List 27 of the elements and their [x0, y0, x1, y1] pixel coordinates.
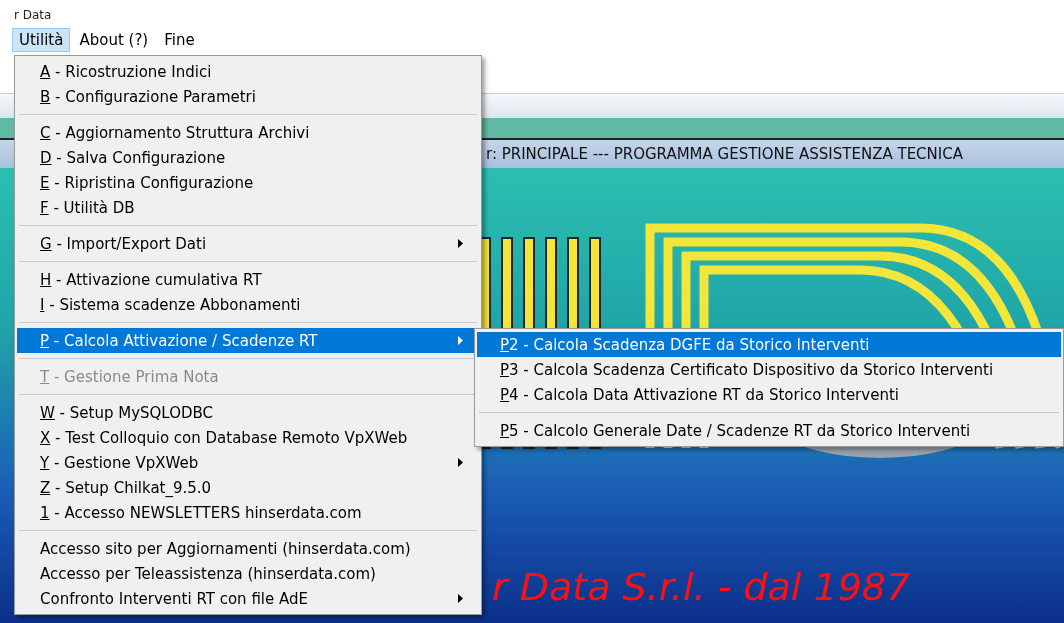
menu-item[interactable]: 1 - Accesso NEWSLETTERS hinserdata.com [17, 500, 479, 525]
menu-bar-item[interactable]: Fine [157, 28, 202, 52]
menu-item[interactable]: F - Utilità DB [17, 195, 479, 220]
menu-item[interactable]: H - Attivazione cumulativa RT [17, 267, 479, 292]
menu-bar-item[interactable]: About (?) [72, 28, 156, 52]
menu-item[interactable]: A - Ricostruzione Indici [17, 59, 479, 84]
submenu-arrow-icon [458, 336, 463, 345]
submenu-arrow-icon [458, 239, 463, 248]
menu-item[interactable]: P4 - Calcola Data Attivazione RT da Storico Interventi [477, 382, 1061, 407]
menu-item[interactable]: P2 - Calcola Scadenza DGFE da Storico Interventi [477, 332, 1061, 357]
window-title: r Data [14, 8, 52, 22]
submenu-arrow-icon [458, 458, 463, 467]
menu-item[interactable]: P3 - Calcola Scadenza Certificato Dispositivo da Storico Interventi [477, 357, 1061, 382]
menu-item[interactable]: Z - Setup Chilkat_9.5.0 [17, 475, 479, 500]
menu-item[interactable]: Y - Gestione VpXWeb [17, 450, 479, 475]
menu-item[interactable]: Confronto Interventi RT con file AdE [17, 586, 479, 611]
menu-item[interactable]: P5 - Calcolo Generale Date / Scadenze RT da Storico Interventi [477, 418, 1061, 443]
menu-item[interactable]: Accesso sito per Aggiornamenti (hinserdata.com) [17, 536, 479, 561]
menu-item[interactable]: G - Import/Export Dati [17, 231, 479, 256]
logo-text: r Data S.r.l. - dal 1987 [492, 565, 912, 609]
menu-item[interactable]: B - Configurazione Parametri [17, 84, 479, 109]
submenu-arrow-icon [458, 594, 463, 603]
menu-item[interactable]: D - Salva Configurazione [17, 145, 479, 170]
menu-item[interactable]: E - Ripristina Configurazione [17, 170, 479, 195]
menu-item[interactable]: I - Sistema scadenze Abbonamenti [17, 292, 479, 317]
menu-item[interactable]: Accesso per Teleassistenza (hinserdata.com) [17, 561, 479, 586]
menu-bar-item[interactable]: Utilità [12, 28, 71, 52]
